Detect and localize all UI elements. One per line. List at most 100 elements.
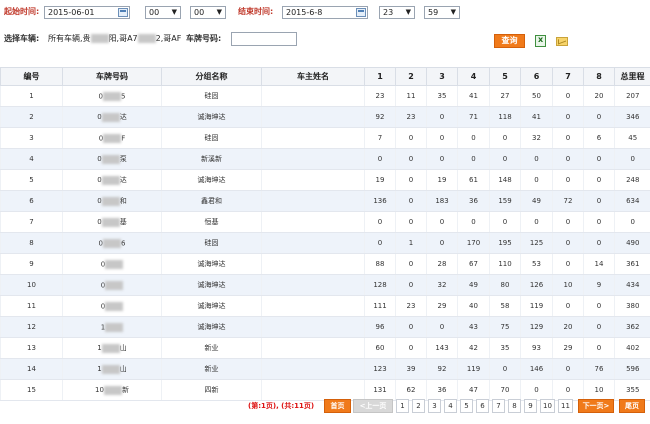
- owner-name-cell: [261, 148, 365, 170]
- page-number-button[interactable]: 9: [524, 399, 537, 413]
- table-row[interactable]: 8 0 6 硅固 0 1 0 170 195 125 0 0 490: [0, 232, 650, 254]
- table-row[interactable]: 11 0 诚海坤达 111 23 29 40 58 119 0 0 380: [0, 295, 650, 317]
- end-hour-select[interactable]: 23 ▼: [379, 6, 415, 19]
- start-time-label: 起始时间:: [4, 7, 40, 16]
- group-name-cell: 恒基: [161, 211, 262, 233]
- day-mileage-cell: 0: [583, 211, 615, 233]
- query-button[interactable]: 查询: [494, 34, 525, 48]
- page-number-button[interactable]: 10: [540, 399, 555, 413]
- page-number-button[interactable]: 6: [476, 399, 489, 413]
- group-name-cell: 硅固: [161, 85, 262, 107]
- filter-bar: 起始时间: 2015-06-01 00 ▼ 00 ▼ 结束时间: 2015-6-8 …: [0, 0, 650, 60]
- group-name-cell: 诚海坤达: [161, 169, 262, 191]
- plate-cell: 05: [62, 85, 162, 107]
- day-mileage-cell: 0: [395, 316, 427, 338]
- day-mileage-cell: 14: [583, 253, 615, 275]
- column-header: 1: [364, 67, 396, 86]
- day-mileage-cell: 0: [583, 337, 615, 359]
- day-mileage-cell: 36: [457, 190, 490, 212]
- plate-cell: 0基: [62, 211, 162, 233]
- day-mileage-cell: 0: [489, 211, 521, 233]
- day-mileage-cell: 28: [426, 253, 458, 275]
- group-name-cell: 诚海坤达: [161, 295, 262, 317]
- next-page-button[interactable]: 下一页>: [578, 399, 614, 413]
- group-name-cell: 诚海坤达: [161, 253, 262, 275]
- day-mileage-cell: 0: [552, 169, 584, 191]
- start-date-input[interactable]: 2015-06-01: [44, 6, 130, 19]
- table-row[interactable]: 15 10 新四新 131 62 36 47 70 0 0 10 355: [0, 379, 650, 401]
- plate-input[interactable]: [231, 32, 297, 46]
- page-number-button[interactable]: 11: [558, 399, 573, 413]
- redacted-text: [103, 133, 122, 143]
- table-row[interactable]: 13 1 山新业 60 0 143 42 35 93 29 0 402: [0, 337, 650, 359]
- day-mileage-cell: 111: [364, 295, 396, 317]
- table-row[interactable]: 9 0 诚海坤达 88 0 28 67 110 53 0 14 361: [0, 253, 650, 275]
- group-name-cell: 新业: [161, 358, 262, 380]
- end-minute-select[interactable]: 59 ▼: [424, 6, 460, 19]
- column-header: 编号: [0, 67, 63, 86]
- table-row[interactable]: 7 0 基恒基 0 0 0 0 0 0 0 0 0: [0, 211, 650, 233]
- page-number-button[interactable]: 3: [428, 399, 441, 413]
- row-number: 7: [0, 211, 63, 233]
- day-mileage-cell: 123: [364, 358, 396, 380]
- day-mileage-cell: 93: [520, 337, 553, 359]
- vehicle-selection[interactable]: 所有车辆,贵 阳,哥A7 2,哥AF: [48, 33, 181, 45]
- day-mileage-cell: 75: [489, 316, 521, 338]
- page-number-button[interactable]: 1: [396, 399, 409, 413]
- total-mileage-cell: 0: [614, 211, 650, 233]
- table-row[interactable]: 6 0 和鑫君和 136 0 183 36 159 49 72 0 634: [0, 190, 650, 212]
- last-page-button[interactable]: 尾页: [619, 399, 645, 413]
- excel-export-icon[interactable]: [535, 35, 546, 47]
- table-row[interactable]: 1 0 5 硅固 23 11 35 41 27 50 0 20 207: [0, 85, 650, 107]
- table-row[interactable]: 3 0 F 硅固 7 0 0 0 0 32 0 6 45: [0, 127, 650, 149]
- row-number: 12: [0, 316, 63, 338]
- day-mileage-cell: 129: [520, 316, 553, 338]
- group-name-cell: 硅固: [161, 232, 262, 254]
- column-header: 3: [426, 67, 458, 86]
- day-mileage-cell: 159: [489, 190, 521, 212]
- table-row[interactable]: 12 1 诚海坤达 96 0 0 43 75 129 20 0 362: [0, 316, 650, 338]
- column-header: 车主姓名: [261, 67, 365, 86]
- group-name-cell: 四新: [161, 379, 262, 401]
- calendar-icon[interactable]: [118, 8, 128, 17]
- row-number: 3: [0, 127, 63, 149]
- page-number-button[interactable]: 5: [460, 399, 473, 413]
- group-name-cell: 诚海坤达: [161, 106, 262, 128]
- table-row[interactable]: 2 0 达诚海坤达 92 23 0 71 118 41 0 0 346: [0, 106, 650, 128]
- page-number-button[interactable]: 7: [492, 399, 505, 413]
- day-mileage-cell: 72: [552, 190, 584, 212]
- first-page-button[interactable]: 首页: [324, 399, 351, 413]
- column-header: 车牌号码: [62, 67, 162, 86]
- prev-page-button[interactable]: <上一页: [353, 399, 393, 413]
- total-mileage-cell: 362: [614, 316, 650, 338]
- mail-icon[interactable]: [556, 37, 568, 46]
- table-row[interactable]: 4 0 泵新溪新 0 0 0 0 0 0 0 0 0: [0, 148, 650, 170]
- day-mileage-cell: 71: [457, 106, 490, 128]
- day-mileage-cell: 0: [457, 148, 490, 170]
- day-mileage-cell: 32: [520, 127, 553, 149]
- redacted-text: [101, 343, 120, 353]
- day-mileage-cell: 110: [489, 253, 521, 275]
- table-row[interactable]: 14 1 山新业 123 39 92 119 0 146 0 76 596: [0, 358, 650, 380]
- day-mileage-cell: 35: [426, 85, 458, 107]
- day-mileage-cell: 0: [426, 211, 458, 233]
- calendar-icon[interactable]: [356, 8, 366, 17]
- page-number-button[interactable]: 8: [508, 399, 521, 413]
- start-hour-select[interactable]: 00 ▼: [145, 6, 181, 19]
- row-number: 5: [0, 169, 63, 191]
- day-mileage-cell: 11: [395, 85, 427, 107]
- total-mileage-cell: 596: [614, 358, 650, 380]
- day-mileage-cell: 35: [489, 337, 521, 359]
- page-number-button[interactable]: 2: [412, 399, 425, 413]
- day-mileage-cell: 0: [583, 232, 615, 254]
- redacted-text: [105, 322, 124, 332]
- redacted-text: [101, 112, 120, 122]
- day-mileage-cell: 60: [364, 337, 396, 359]
- start-minute-select[interactable]: 00 ▼: [190, 6, 226, 19]
- group-name-cell: 新溪新: [161, 148, 262, 170]
- end-date-input[interactable]: 2015-6-8: [282, 6, 368, 19]
- table-row[interactable]: 10 0 诚海坤达 128 0 32 49 80 126 10 9 434: [0, 274, 650, 296]
- table-row[interactable]: 5 0 达诚海坤达 19 0 19 61 148 0 0 0 248: [0, 169, 650, 191]
- day-mileage-cell: 27: [489, 85, 521, 107]
- page-number-button[interactable]: 4: [444, 399, 457, 413]
